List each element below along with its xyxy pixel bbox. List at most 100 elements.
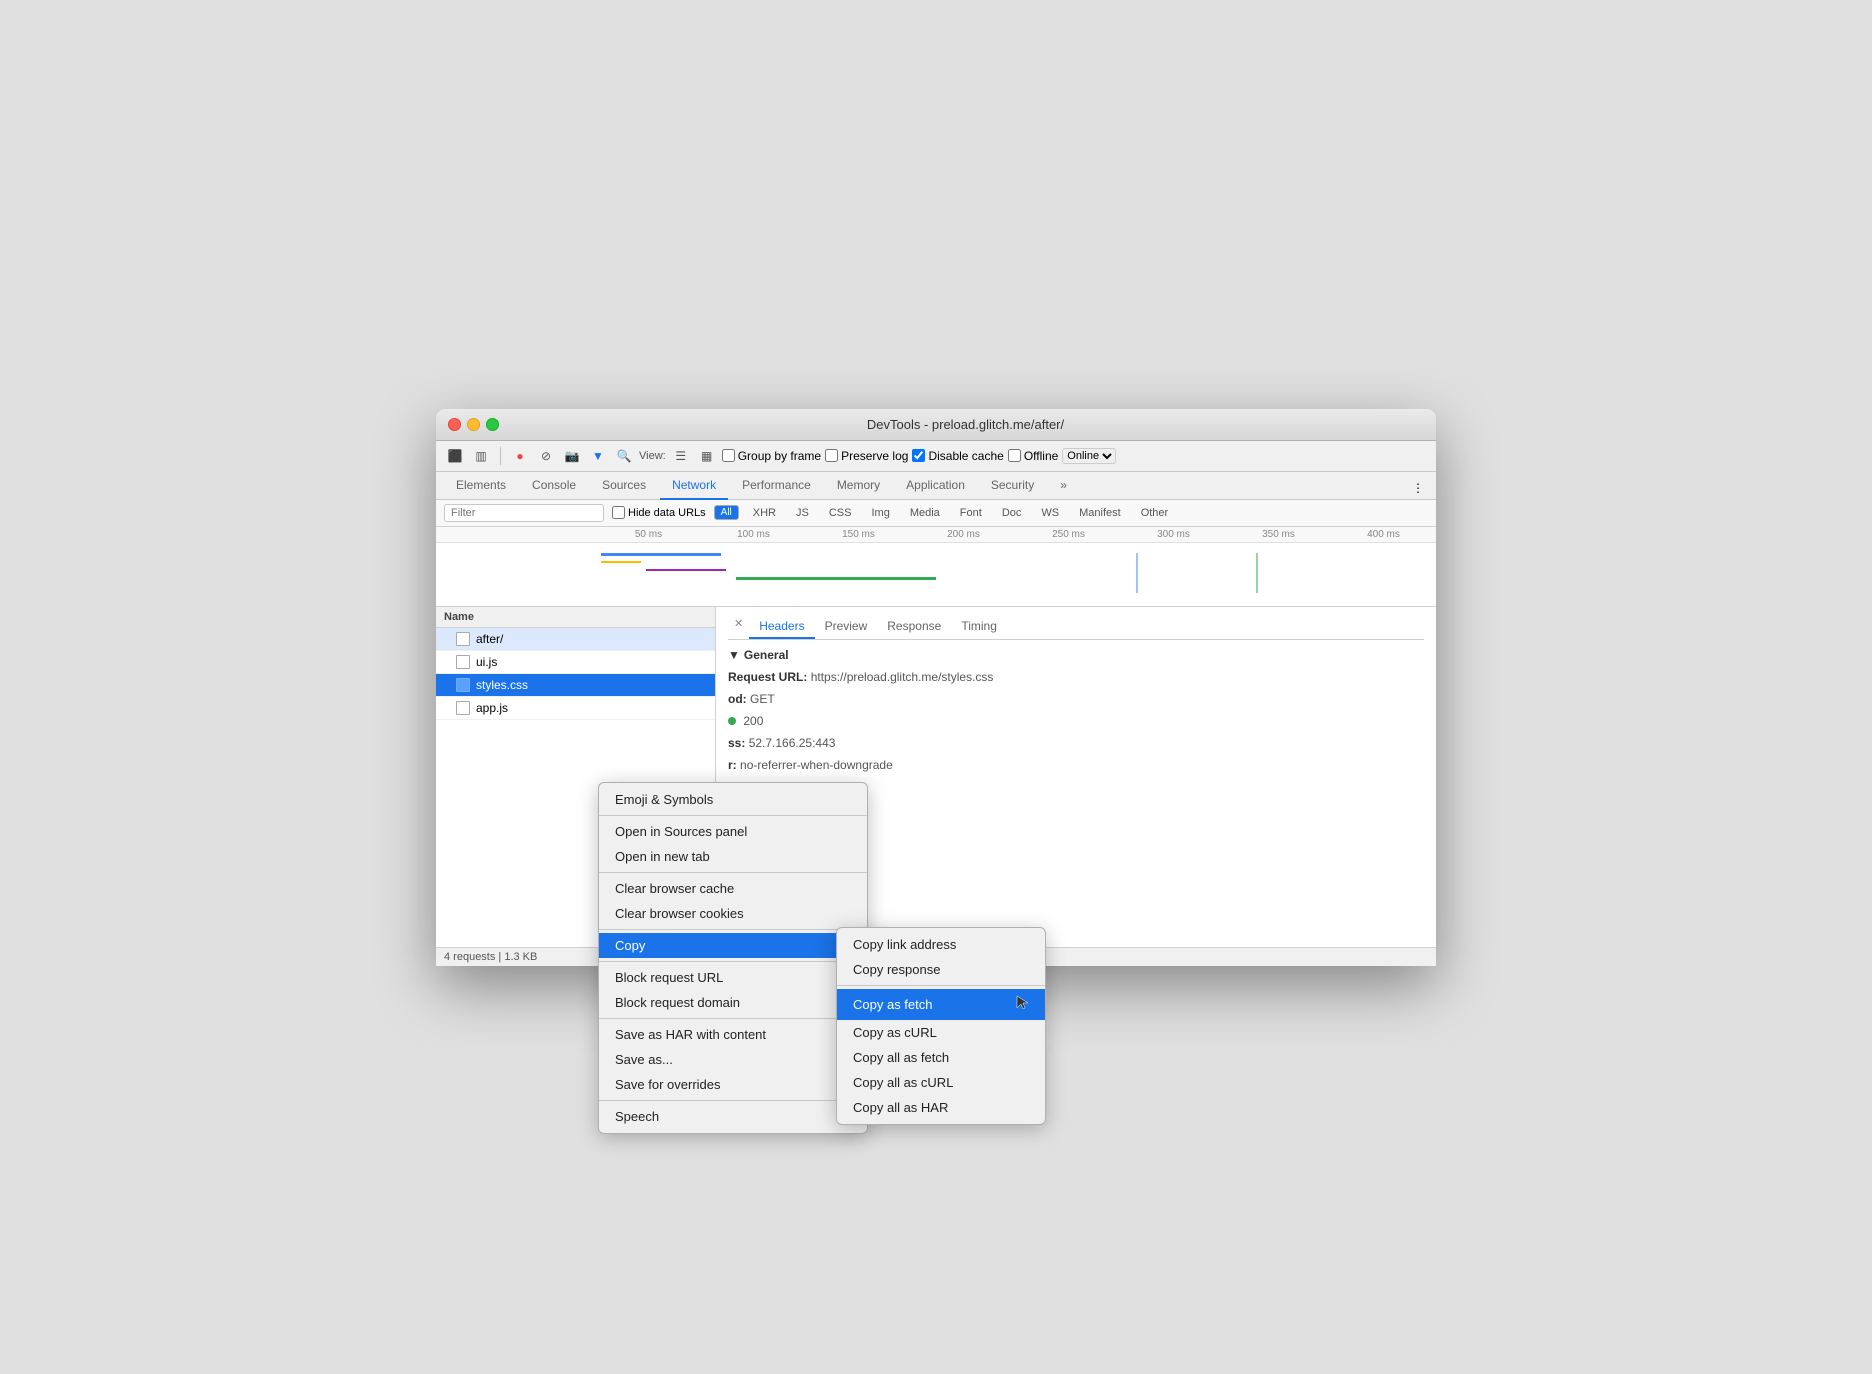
filter-button[interactable]: ▼: [587, 445, 609, 467]
menu-open-new-tab[interactable]: Open in new tab: [599, 844, 867, 869]
devtools-window: DevTools - preload.glitch.me/after/ ⬛ ▥ …: [436, 409, 1436, 966]
hide-data-urls-checkbox[interactable]: Hide data URLs: [612, 506, 706, 519]
menu-clear-cache[interactable]: Clear browser cache: [599, 876, 867, 901]
detail-tab-headers[interactable]: Headers: [749, 615, 814, 639]
context-menu-main: Emoji & Symbols Open in Sources panel Op…: [598, 782, 868, 1134]
filter-manifest-button[interactable]: Manifest: [1073, 506, 1127, 520]
tab-more[interactable]: »: [1048, 472, 1079, 500]
filter-doc-button[interactable]: Doc: [996, 506, 1028, 520]
close-detail-button[interactable]: ✕: [728, 615, 749, 639]
tab-sources[interactable]: Sources: [590, 472, 658, 500]
detail-tab-response[interactable]: Response: [877, 615, 951, 639]
traffic-lights: [448, 418, 499, 431]
close-button[interactable]: [448, 418, 461, 431]
menu-block-domain[interactable]: Block request domain: [599, 990, 867, 1015]
file-item-uijs[interactable]: ui.js: [436, 651, 715, 674]
timeline-300ms: 300 ms: [1121, 529, 1226, 540]
group-by-frame-checkbox[interactable]: Group by frame: [722, 449, 821, 463]
status-dot: [728, 717, 736, 725]
menu-copy-link-address[interactable]: Copy link address: [837, 932, 1045, 957]
tab-console[interactable]: Console: [520, 472, 588, 500]
more-options-button[interactable]: ⋮: [1408, 477, 1428, 499]
detail-tab-timing[interactable]: Timing: [951, 615, 1007, 639]
divider-4: [599, 961, 867, 962]
timeline-350ms: 350 ms: [1226, 529, 1331, 540]
remote-address-row: ss: 52.7.166.25:443: [728, 734, 1424, 752]
context-menu-copy: Copy link address Copy response Copy as …: [836, 927, 1046, 1125]
menu-speech[interactable]: Speech ▶: [599, 1104, 867, 1129]
divider-2: [599, 872, 867, 873]
status-code-row: 200: [728, 712, 1424, 730]
disable-cache-checkbox[interactable]: Disable cache: [912, 449, 1003, 463]
referrer-policy-row: r: no-referrer-when-downgrade: [728, 756, 1424, 774]
tab-elements[interactable]: Elements: [444, 472, 518, 500]
tab-security[interactable]: Security: [979, 472, 1046, 500]
timeline-400ms: 400 ms: [1331, 529, 1436, 540]
menu-copy-as-curl[interactable]: Copy as cURL: [837, 1020, 1045, 1045]
tab-performance[interactable]: Performance: [730, 472, 823, 500]
timeline-50ms: 50 ms: [596, 529, 701, 540]
throttle-select[interactable]: Online: [1062, 448, 1116, 464]
filter-bar: Hide data URLs All XHR JS CSS Img Media …: [436, 500, 1436, 527]
filter-img-button[interactable]: Img: [865, 506, 895, 520]
tab-network[interactable]: Network: [660, 472, 728, 500]
divider-3: [599, 929, 867, 930]
file-icon-appjs: [456, 701, 470, 715]
menu-emoji-symbols[interactable]: Emoji & Symbols: [599, 787, 867, 812]
filter-js-button[interactable]: JS: [790, 506, 815, 520]
minimize-button[interactable]: [467, 418, 480, 431]
tab-memory[interactable]: Memory: [825, 472, 892, 500]
view-waterfall-button[interactable]: ▦: [696, 445, 718, 467]
clear-button[interactable]: ⊘: [535, 445, 557, 467]
file-item-after[interactable]: after/: [436, 628, 715, 651]
filter-css-button[interactable]: CSS: [823, 506, 858, 520]
file-icon-uijs: [456, 655, 470, 669]
timeline-250ms: 250 ms: [1016, 529, 1121, 540]
filter-other-button[interactable]: Other: [1135, 506, 1175, 520]
preserve-log-checkbox[interactable]: Preserve log: [825, 449, 908, 463]
dock-button[interactable]: ⬛: [444, 445, 466, 467]
general-section-header[interactable]: ▼ General: [728, 648, 1424, 662]
filter-all-button[interactable]: All: [714, 505, 739, 520]
filter-font-button[interactable]: Font: [954, 506, 988, 520]
screenshot-button[interactable]: 📷: [561, 445, 583, 467]
filter-input[interactable]: [444, 504, 604, 522]
timeline-100ms: 100 ms: [701, 529, 806, 540]
request-url-row: Request URL: https://preload.glitch.me/s…: [728, 668, 1424, 686]
timeline-150ms: 150 ms: [806, 529, 911, 540]
offline-checkbox[interactable]: Offline: [1008, 449, 1058, 463]
file-item-stylescss[interactable]: styles.css: [436, 674, 715, 697]
menu-copy-response[interactable]: Copy response: [837, 957, 1045, 982]
file-icon-after: [456, 632, 470, 646]
menu-save-overrides[interactable]: Save for overrides: [599, 1072, 867, 1097]
detail-tab-preview[interactable]: Preview: [815, 615, 878, 639]
divider-5: [599, 1018, 867, 1019]
file-item-appjs[interactable]: app.js: [436, 697, 715, 720]
menu-copy[interactable]: Copy ▶: [599, 933, 867, 958]
divider-copy-1: [837, 985, 1045, 986]
menu-copy-all-as-har[interactable]: Copy all as HAR: [837, 1095, 1045, 1120]
sidebar-button[interactable]: ▥: [470, 445, 492, 467]
menu-save-har[interactable]: Save as HAR with content: [599, 1022, 867, 1047]
filter-ws-button[interactable]: WS: [1035, 506, 1065, 520]
menu-open-sources[interactable]: Open in Sources panel: [599, 819, 867, 844]
view-label: View:: [639, 450, 666, 462]
timeline-ruler: 50 ms 100 ms 150 ms 200 ms 250 ms 300 ms…: [436, 527, 1436, 543]
file-list-header: Name: [436, 607, 715, 628]
menu-copy-all-as-fetch[interactable]: Copy all as fetch: [837, 1045, 1045, 1070]
record-button[interactable]: ●: [509, 445, 531, 467]
view-list-button[interactable]: ☰: [670, 445, 692, 467]
menu-clear-cookies[interactable]: Clear browser cookies: [599, 901, 867, 926]
menu-copy-as-fetch[interactable]: Copy as fetch: [837, 989, 1045, 1020]
filter-media-button[interactable]: Media: [904, 506, 946, 520]
filter-xhr-button[interactable]: XHR: [747, 506, 782, 520]
devtools-toolbar: ⬛ ▥ ● ⊘ 📷 ▼ 🔍 View: ☰ ▦ Group by frame P…: [436, 441, 1436, 472]
maximize-button[interactable]: [486, 418, 499, 431]
tab-application[interactable]: Application: [894, 472, 977, 500]
search-button[interactable]: 🔍: [613, 445, 635, 467]
menu-save-as[interactable]: Save as...: [599, 1047, 867, 1072]
detail-tabs: ✕ Headers Preview Response Timing: [728, 615, 1424, 640]
cursor-icon: [1015, 994, 1029, 1015]
menu-block-url[interactable]: Block request URL: [599, 965, 867, 990]
menu-copy-all-as-curl[interactable]: Copy all as cURL: [837, 1070, 1045, 1095]
